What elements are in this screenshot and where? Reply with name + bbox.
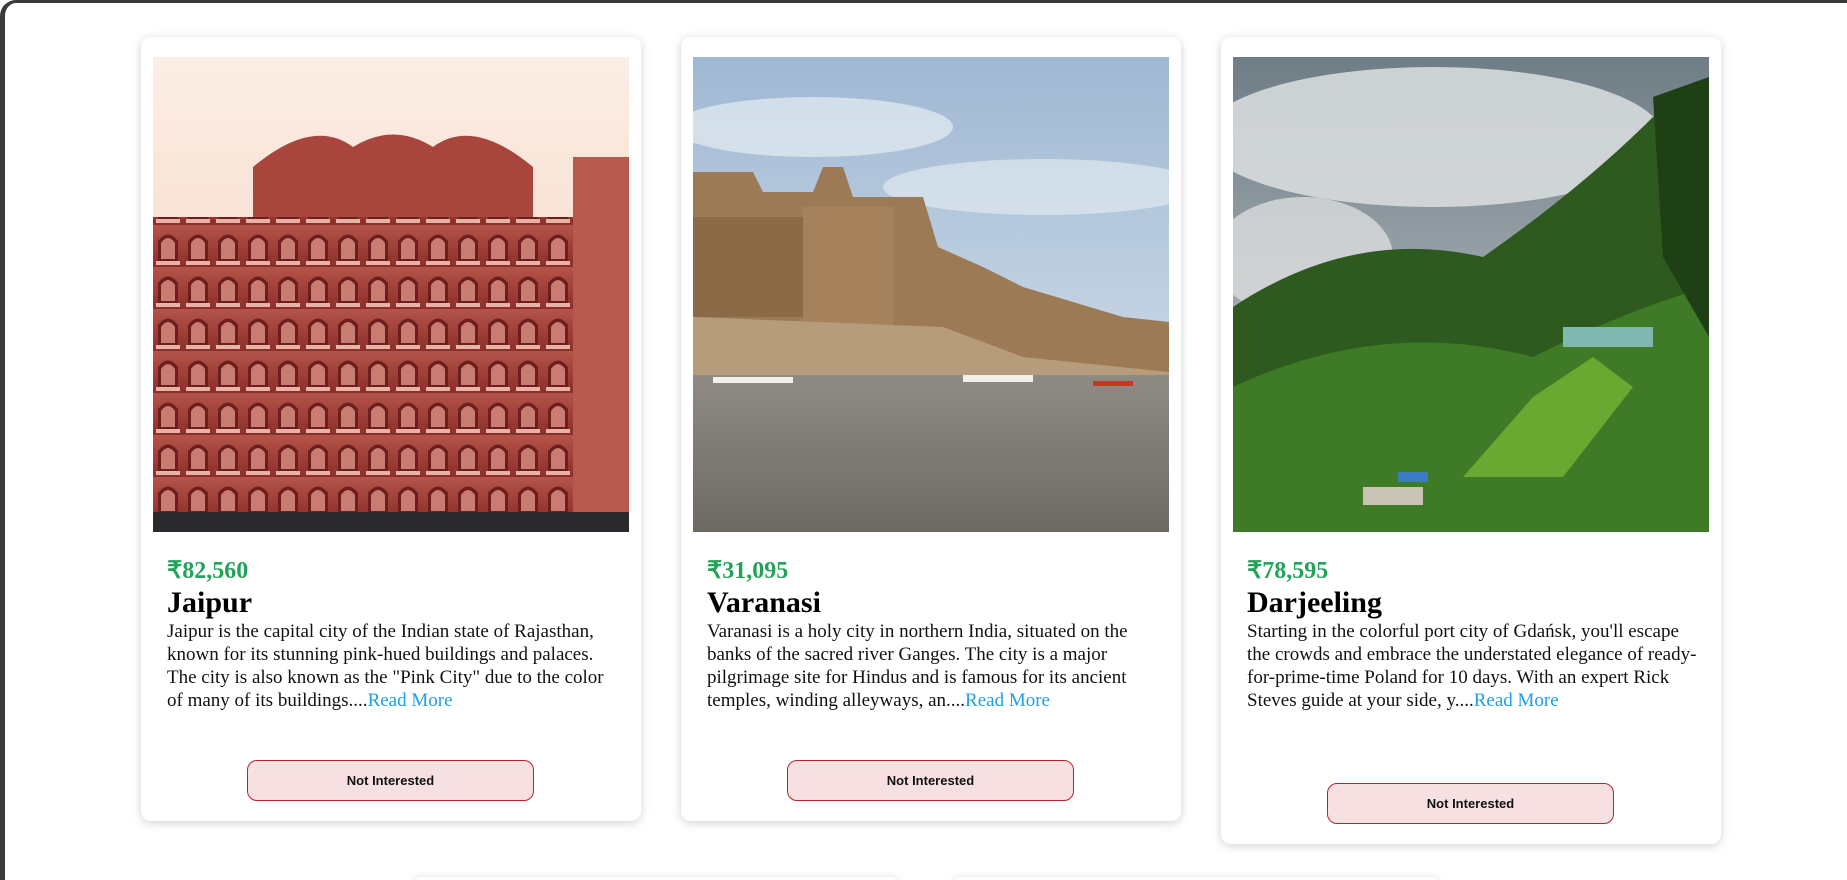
card-body: ₹31,095 Varanasi Varanasi is a holy city…	[707, 556, 1157, 712]
price-label: ₹31,095	[707, 558, 789, 584]
card-body: ₹78,595 Darjeeling Starting in the color…	[1247, 556, 1697, 712]
destination-title: Darjeeling	[1247, 586, 1382, 619]
read-more-link[interactable]: Read More	[1474, 690, 1559, 711]
destination-image-jaipur	[153, 57, 629, 532]
not-interested-button[interactable]: Not Interested	[1327, 783, 1614, 824]
destination-description: Jaipur is the capital city of the Indian…	[167, 620, 617, 712]
destination-description: Varanasi is a holy city in northern Indi…	[707, 620, 1157, 712]
destination-description: Starting in the colorful port city of Gd…	[1247, 620, 1697, 712]
destination-title: Jaipur	[167, 586, 253, 619]
price-label: ₹82,560	[167, 558, 249, 584]
card-body: ₹82,560 Jaipur Jaipur is the capital cit…	[167, 556, 617, 712]
description-text: Varanasi is a holy city in northern Indi…	[707, 621, 1128, 711]
destination-card-darjeeling: ₹78,595 Darjeeling Starting in the color…	[1221, 37, 1721, 844]
browser-viewport: ₹82,560 Jaipur Jaipur is the capital cit…	[0, 0, 1847, 880]
read-more-link[interactable]: Read More	[965, 690, 1050, 711]
description-text: Starting in the colorful port city of Gd…	[1247, 621, 1697, 711]
not-interested-button[interactable]: Not Interested	[247, 760, 534, 801]
read-more-link[interactable]: Read More	[368, 690, 453, 711]
destination-image-varanasi	[693, 57, 1169, 532]
price-label: ₹78,595	[1247, 558, 1329, 584]
destination-card-varanasi: ₹31,095 Varanasi Varanasi is a holy city…	[681, 37, 1181, 821]
destination-card-jaipur: ₹82,560 Jaipur Jaipur is the capital cit…	[141, 37, 641, 821]
destination-image-darjeeling	[1233, 57, 1709, 532]
destination-title: Varanasi	[707, 586, 821, 619]
not-interested-button[interactable]: Not Interested	[787, 760, 1074, 801]
